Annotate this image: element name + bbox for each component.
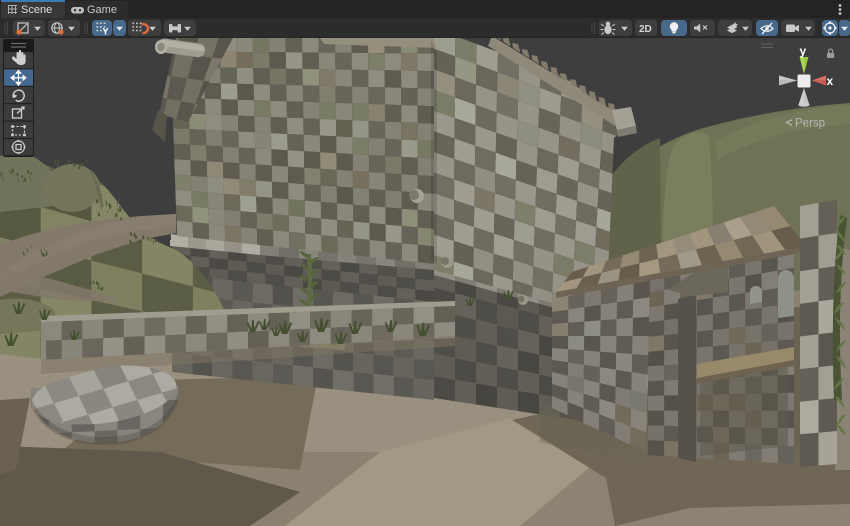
svg-text:Persp: Persp	[795, 118, 825, 130]
svg-text:Scene: Scene	[21, 4, 52, 16]
svg-text:x: x	[827, 74, 834, 88]
svg-text:Game: Game	[87, 4, 117, 16]
svg-text:y: y	[800, 44, 807, 58]
svg-text:Y: Y	[103, 27, 109, 37]
svg-text:2D: 2D	[639, 24, 652, 35]
